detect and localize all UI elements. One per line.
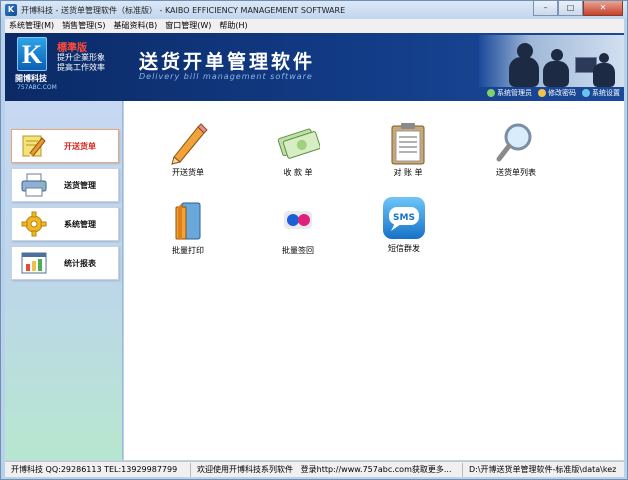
app-subtitle: Delivery bill management software	[139, 72, 313, 81]
admin-link[interactable]: 系统管理员	[487, 88, 532, 98]
slogan: 提升企業形象 提高工作效率	[57, 53, 105, 73]
menu-basic-data[interactable]: 基础资料(B)	[109, 19, 161, 33]
user-icon	[487, 89, 495, 97]
banner-image	[479, 35, 624, 87]
window-controls: – □ ✕	[533, 1, 623, 16]
sidebar-item-label: 送货管理	[64, 180, 96, 190]
sidebar-item-label: 开送货单	[64, 141, 96, 151]
change-password-label: 修改密码	[548, 89, 576, 97]
admin-link-label: 系统管理员	[497, 89, 532, 97]
slogan-line-2: 提高工作效率	[57, 63, 105, 72]
gear-icon	[20, 211, 48, 237]
menu-system[interactable]: 系统管理(M)	[5, 19, 58, 33]
sidebar-item-system-management[interactable]: 系统管理	[11, 207, 119, 241]
clipboard-icon	[386, 121, 430, 165]
status-path: D:\开博送货单管理软件-标准版\data\kez	[469, 464, 617, 474]
gear-icon	[582, 89, 590, 97]
printer-icon	[20, 172, 48, 198]
banner-links: 系统管理员 修改密码 系统设置	[487, 88, 620, 98]
status-welcome-text: 欢迎使用开博科技系列软件	[197, 464, 293, 474]
app-window: K 开博科技 - 送货单管理软件（标准版） - KAIBO EFFICIENCY…	[0, 0, 628, 480]
settings-link[interactable]: 系统设置	[582, 88, 620, 98]
logo-company-name: 開博科技	[15, 74, 47, 83]
header-banner: K 開博科技 757ABC.COM 標準版 提升企業形象 提高工作效率 送货开单…	[5, 33, 624, 101]
status-bar: 开博科技 QQ:29286113 TEL:13929987799 欢迎使用开博科…	[5, 461, 624, 477]
app-icon: K	[5, 4, 17, 16]
tile-batch-print[interactable]: 批量打印	[148, 199, 228, 261]
maximize-button[interactable]: □	[558, 1, 583, 16]
window-title: 开博科技 - 送货单管理软件（标准版） - KAIBO EFFICIENCY M…	[21, 5, 346, 15]
bar-chart-icon	[20, 250, 48, 276]
logo-url: 757ABC.COM	[17, 84, 57, 91]
money-icon	[276, 121, 321, 165]
status-login-link[interactable]: 登录http://www.757abc.com获取更多...	[301, 465, 452, 474]
menu-help[interactable]: 帮助(H)	[215, 19, 251, 33]
pencil-notepad-icon	[20, 133, 48, 159]
logo: K	[17, 37, 47, 71]
tile-label: 收 款 单	[283, 168, 313, 177]
tile-delivery-list[interactable]: 送货单列表	[476, 121, 556, 183]
menu-bar: 系统管理(M) 销售管理(S) 基础资料(B) 窗口管理(W) 帮助(H)	[5, 19, 624, 33]
tile-label: 批量签回	[282, 246, 314, 255]
settings-link-label: 系统设置	[592, 89, 620, 97]
tile-receipt[interactable]: 收 款 单	[258, 121, 338, 183]
title-bar[interactable]: K 开博科技 - 送货单管理软件（标准版） - KAIBO EFFICIENCY…	[1, 1, 627, 19]
tile-batch-signback[interactable]: 批量签回	[258, 199, 338, 261]
status-contact: 开博科技 QQ:29286113 TEL:13929987799	[5, 462, 191, 477]
tile-sms-broadcast[interactable]: SMS 短信群发	[364, 195, 444, 257]
sidebar-item-new-delivery[interactable]: 开送货单	[11, 129, 119, 163]
pencil-icon	[166, 121, 210, 165]
edition-label: 標準版	[57, 43, 87, 54]
pencil-icon	[538, 89, 546, 97]
sms-icon-text: SMS	[393, 213, 415, 223]
main-panel: 开送货单 收 款 单 对 账 单 送货单列表 批量打印 批量签回 SMS 短信群…	[124, 101, 624, 460]
folder-icon	[166, 199, 210, 243]
change-password-link[interactable]: 修改密码	[538, 88, 576, 98]
minimize-button[interactable]: –	[533, 1, 558, 16]
app-title: 送货开单管理软件	[139, 51, 316, 73]
sms-icon: SMS	[381, 195, 427, 241]
tile-new-delivery[interactable]: 开送货单	[148, 121, 228, 183]
close-button[interactable]: ✕	[583, 1, 623, 16]
sidebar-item-label: 系统管理	[64, 219, 96, 229]
sidebar-item-statistics[interactable]: 统计报表	[11, 246, 119, 280]
tile-label: 对 账 单	[393, 168, 423, 177]
sidebar: 开送货单 送货管理 系统管理 统计报表	[5, 101, 123, 460]
dots-icon	[276, 199, 320, 243]
sidebar-item-label: 统计报表	[64, 258, 96, 268]
tile-label: 批量打印	[172, 246, 204, 255]
menu-sales[interactable]: 销售管理(S)	[58, 19, 109, 33]
sidebar-item-delivery-management[interactable]: 送货管理	[11, 168, 119, 202]
tile-statement[interactable]: 对 账 单	[368, 121, 448, 183]
magnifier-icon	[494, 121, 538, 165]
tile-label: 短信群发	[388, 244, 420, 253]
tile-label: 开送货单	[172, 168, 204, 177]
slogan-line-1: 提升企業形象	[57, 53, 105, 62]
menu-window[interactable]: 窗口管理(W)	[161, 19, 215, 33]
status-welcome: 欢迎使用开博科技系列软件 登录http://www.757abc.com获取更多…	[191, 462, 463, 477]
tile-label: 送货单列表	[496, 168, 536, 177]
